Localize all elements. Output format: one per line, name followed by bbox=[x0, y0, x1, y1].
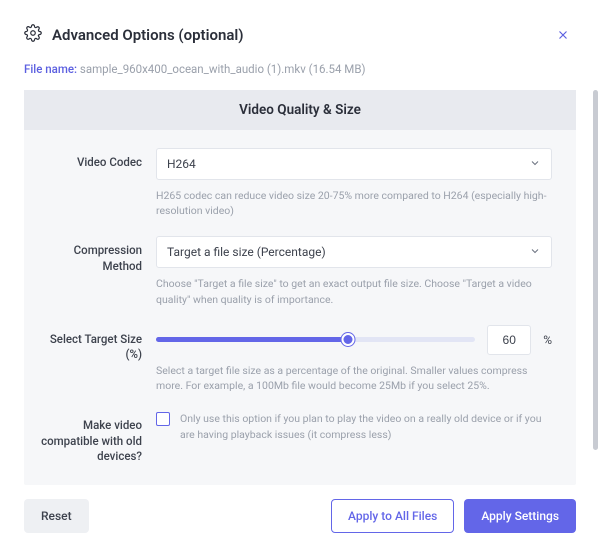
compat-help: Only use this option if you plan to play… bbox=[180, 411, 552, 441]
modal-title: Advanced Options (optional) bbox=[52, 26, 244, 44]
file-name-label: File name: bbox=[24, 62, 77, 76]
advanced-options-modal: Advanced Options (optional) File name: s… bbox=[0, 0, 600, 542]
compression-method-select[interactable]: Target a file size (Percentage) bbox=[156, 236, 552, 268]
compression-method-row: Compression Method Target a file size (P… bbox=[38, 236, 552, 306]
reset-button[interactable]: Reset bbox=[24, 499, 89, 533]
modal-header: Advanced Options (optional) bbox=[24, 22, 576, 48]
file-name-row: File name: sample_960x400_ocean_with_aud… bbox=[24, 62, 576, 76]
target-size-row: Select Target Size (%) % Select a target… bbox=[38, 325, 552, 393]
compat-label: Make video compatible with old devices? bbox=[38, 411, 156, 465]
video-codec-value: H264 bbox=[167, 157, 196, 171]
compression-method-help: Choose "Target a file size" to get an ex… bbox=[156, 276, 552, 306]
slider-track-fill bbox=[156, 337, 348, 342]
video-codec-help: H265 codec can reduce video size 20-75% … bbox=[156, 188, 552, 218]
compression-method-label: Compression Method bbox=[38, 236, 156, 306]
compat-row: Make video compatible with old devices? … bbox=[38, 411, 552, 465]
target-size-slider[interactable] bbox=[156, 325, 475, 355]
chevron-down-icon bbox=[529, 245, 541, 260]
target-size-help: Select a target file size as a percentag… bbox=[156, 363, 552, 393]
file-name-value: sample_960x400_ocean_with_audio (1).mkv … bbox=[80, 62, 366, 76]
target-size-label: Select Target Size (%) bbox=[38, 325, 156, 393]
modal-footer: Reset Apply to All Files Apply Settings bbox=[24, 499, 576, 533]
apply-settings-button[interactable]: Apply Settings bbox=[464, 499, 576, 533]
header-left: Advanced Options (optional) bbox=[24, 24, 244, 46]
scrollbar[interactable] bbox=[593, 90, 598, 450]
video-codec-select[interactable]: H264 bbox=[156, 148, 552, 180]
apply-all-button[interactable]: Apply to All Files bbox=[331, 499, 454, 533]
gear-icon bbox=[24, 24, 42, 46]
form-body: Video Codec H264 H265 codec can reduce v… bbox=[24, 130, 576, 465]
close-button[interactable] bbox=[550, 22, 576, 48]
compat-checkbox[interactable] bbox=[156, 412, 170, 426]
video-quality-panel: Video Quality & Size Video Codec H264 H2… bbox=[24, 90, 576, 485]
panel-title: Video Quality & Size bbox=[24, 90, 576, 130]
slider-thumb[interactable] bbox=[341, 333, 354, 346]
target-size-input[interactable] bbox=[487, 325, 531, 355]
video-codec-label: Video Codec bbox=[38, 148, 156, 218]
video-codec-row: Video Codec H264 H265 codec can reduce v… bbox=[38, 148, 552, 218]
compression-method-value: Target a file size (Percentage) bbox=[167, 245, 326, 259]
percent-sign: % bbox=[543, 333, 552, 347]
chevron-down-icon bbox=[529, 157, 541, 172]
